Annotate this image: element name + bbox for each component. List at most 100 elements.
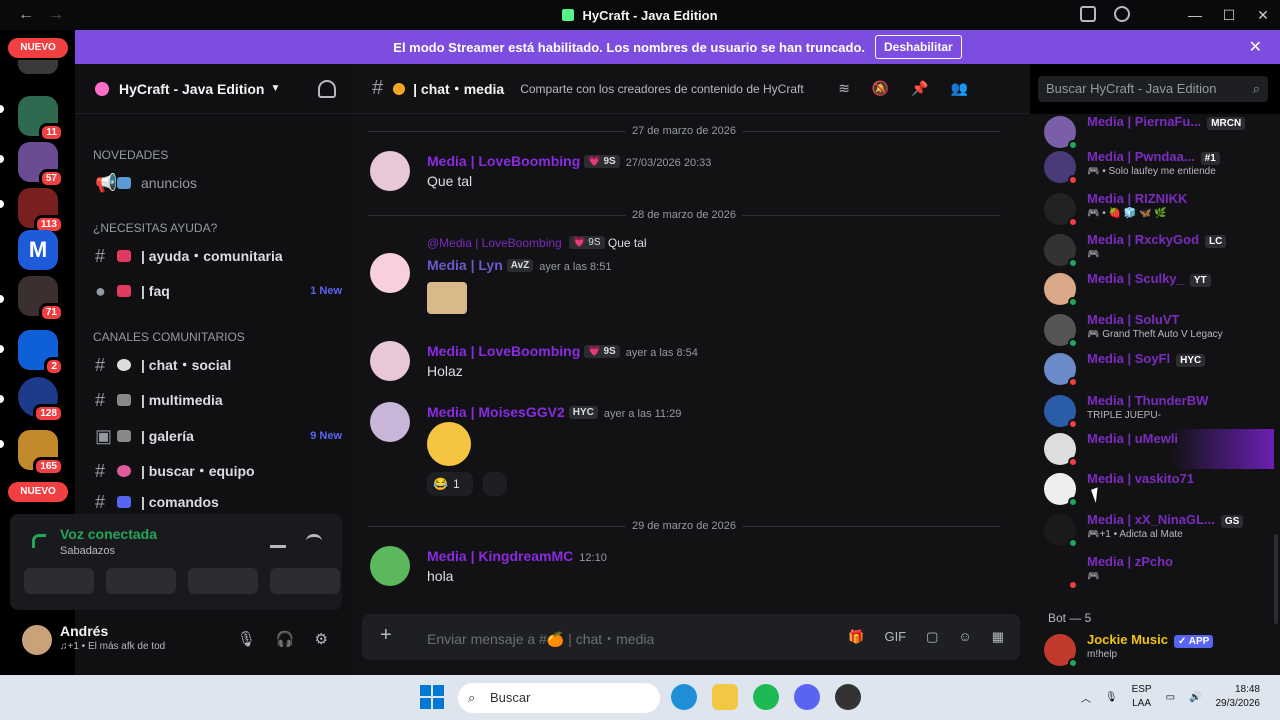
threads-icon[interactable]: ≋: [838, 80, 850, 97]
channel-buscar-equipo[interactable]: # | buscar・equipo: [95, 456, 342, 486]
close-icon[interactable]: ✕: [1249, 37, 1262, 57]
reaction-button[interactable]: 😂 1: [427, 472, 473, 496]
inbox-icon[interactable]: [1080, 6, 1096, 22]
microphone-icon[interactable]: 🎙: [237, 630, 256, 648]
new-servers-pill[interactable]: NUEVO: [8, 38, 68, 58]
member-item[interactable]: Media | RxckyGod LC 🎮: [1044, 230, 1274, 270]
emoji-icon[interactable]: ☺: [958, 629, 971, 645]
help-icon[interactable]: [1114, 6, 1130, 22]
app-icon[interactable]: [835, 684, 861, 710]
member-item[interactable]: Media | uMewli: [1044, 429, 1274, 469]
notifications-icon[interactable]: 🔕: [872, 80, 889, 97]
avatar[interactable]: [370, 151, 410, 191]
gift-icon[interactable]: 🎁: [848, 629, 864, 645]
server-icon[interactable]: 128: [18, 377, 64, 423]
sticker-image[interactable]: [427, 282, 467, 314]
server-icon[interactable]: M: [18, 230, 58, 270]
voice-channel-name[interactable]: Sabadazos: [60, 545, 115, 557]
category-ayuda[interactable]: ¿NECESITAS AYUDA?: [93, 221, 217, 235]
back-arrow-icon[interactable]: ←: [18, 6, 34, 24]
channel-faq[interactable]: ● | faq 1 New: [95, 276, 342, 306]
message-author[interactable]: Media | LoveBoombing 💗 9S 27/03/2026 20:33: [427, 153, 711, 169]
start-button[interactable]: [420, 685, 444, 709]
voice-signal-icon[interactable]: [32, 534, 46, 548]
category-comunitarios[interactable]: CANALES COMUNITARIOS: [93, 330, 245, 344]
new-servers-pill[interactable]: NUEVO: [8, 482, 68, 502]
member-item[interactable]: Media | ThunderBW TRIPLE JUEPU-: [1044, 391, 1274, 431]
volume-icon[interactable]: 🔊: [1189, 692, 1201, 703]
server-icon[interactable]: 71: [18, 276, 64, 322]
member-item[interactable]: Media | vaskito71: [1044, 469, 1274, 509]
pin-icon[interactable]: 📌: [911, 80, 928, 97]
language-indicator[interactable]: ESP LAA: [1132, 683, 1152, 711]
member-scrollbar[interactable]: [1274, 534, 1278, 624]
forward-arrow-icon[interactable]: →: [48, 6, 64, 24]
avatar[interactable]: [370, 546, 410, 586]
invite-icon[interactable]: [318, 80, 336, 98]
gif-icon[interactable]: GIF: [884, 629, 906, 645]
server-icon[interactable]: 57: [18, 142, 64, 188]
server-icon[interactable]: 11: [18, 96, 64, 142]
edge-icon[interactable]: [671, 684, 697, 710]
search-input[interactable]: Buscar HyCraft - Java Edition ⌕: [1038, 76, 1268, 102]
member-item[interactable]: Media | RIZNIKK 🎮 • 🍓 🧊 🦋 🌿: [1044, 189, 1274, 229]
member-item[interactable]: Media | SoyFl HYC: [1044, 349, 1274, 389]
soundboard-button[interactable]: [270, 568, 340, 594]
discord-icon[interactable]: [794, 684, 820, 710]
server-icon[interactable]: 165: [18, 430, 64, 476]
channel-topic[interactable]: Comparte con los creadores de contenido …: [520, 82, 820, 96]
add-reaction-button[interactable]: [483, 472, 507, 496]
minimize-icon[interactable]: —: [1178, 0, 1212, 30]
message-author[interactable]: Media | Lyn AvZ ayer a las 8:51: [427, 257, 611, 273]
channel-anuncios[interactable]: 📢 anuncios: [95, 168, 342, 198]
file-explorer-icon[interactable]: [712, 684, 738, 710]
gear-icon[interactable]: ⚙: [315, 630, 328, 648]
network-icon[interactable]: ▭: [1166, 692, 1175, 703]
channel-multimedia[interactable]: # | multimedia: [95, 385, 342, 415]
avatar[interactable]: [370, 253, 410, 293]
message-author[interactable]: Media | MoisesGGV2 HYC ayer a las 11:29: [427, 404, 681, 420]
voice-status[interactable]: Voz conectada: [60, 526, 157, 542]
disconnect-icon[interactable]: [306, 534, 322, 548]
reply-preview[interactable]: @Media | LoveBoombing 💗 9S Que tal: [427, 236, 647, 250]
member-item[interactable]: Media | Sculky_ YT: [1044, 269, 1274, 309]
microphone-icon[interactable]: 🎙: [1105, 692, 1118, 703]
activities-button[interactable]: [188, 568, 258, 594]
attach-plus-icon[interactable]: +: [380, 624, 392, 647]
category-novedades[interactable]: NOVEDADES: [93, 148, 168, 162]
server-icon[interactable]: 2: [18, 330, 64, 376]
channel-ayuda-comunitaria[interactable]: # | ayuda・comunitaria: [95, 241, 342, 271]
server-icon[interactable]: 113: [18, 188, 64, 234]
server-header[interactable]: HyCraft - Java Edition ▼: [75, 64, 350, 114]
message-author[interactable]: Media | LoveBoombing 💗 9S ayer a las 8:54: [427, 343, 698, 359]
screen-share-button[interactable]: [106, 568, 176, 594]
member-list-icon[interactable]: 👥: [951, 80, 968, 97]
spotify-icon[interactable]: [753, 684, 779, 710]
camera-button[interactable]: [24, 568, 94, 594]
apps-icon[interactable]: ▦: [992, 629, 1004, 645]
maximize-icon[interactable]: ☐: [1212, 0, 1246, 30]
channel-galeria[interactable]: ▣ | galería 9 New: [95, 421, 342, 451]
avatar[interactable]: [370, 402, 410, 442]
close-window-icon[interactable]: ✕: [1246, 0, 1280, 30]
member-item[interactable]: Media | xX_NinaGL... GS 🎮+1 • Adicta al Ma…: [1044, 510, 1274, 550]
message-author[interactable]: Media | KingdreamMC 12:10: [427, 548, 607, 564]
member-item[interactable]: Media | Pwndaa... #1 🎮 • Solo laufey me en…: [1044, 147, 1274, 187]
chevron-up-icon[interactable]: ︿: [1081, 690, 1091, 705]
member-item[interactable]: Media | zPcho 🎮: [1044, 552, 1274, 592]
avatar[interactable]: [22, 625, 52, 655]
message-composer[interactable]: + Enviar mensaje a #🍊 | chat・media 🎁 GIF…: [362, 614, 1020, 660]
clock[interactable]: 18:48 29/3/2026: [1216, 683, 1261, 711]
server-icon[interactable]: [18, 60, 58, 74]
taskbar-search[interactable]: ⌕ Buscar: [458, 683, 660, 713]
member-item[interactable]: Media | SoluVT 🎮 Grand Theft Auto V Legac…: [1044, 310, 1274, 350]
channel-chat-social[interactable]: # | chat・social: [95, 350, 342, 380]
avatar[interactable]: [370, 341, 410, 381]
noise-suppression-icon[interactable]: [270, 534, 286, 548]
user-name[interactable]: Andrés: [60, 623, 108, 639]
channel-comandos[interactable]: # | comandos: [95, 492, 342, 512]
headphones-icon[interactable]: 🎧: [276, 630, 295, 648]
sticker-icon[interactable]: ▢: [926, 629, 938, 645]
disable-streamer-button[interactable]: Deshabilitar: [875, 35, 962, 59]
member-item-bot[interactable]: Jockie Music ✓ APP m!help: [1044, 630, 1274, 670]
